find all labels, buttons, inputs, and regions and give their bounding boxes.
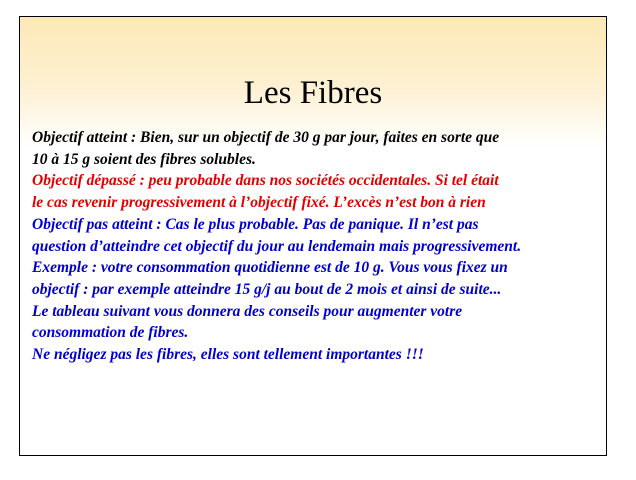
body-line-5: Objectif pas atteint : Cas le plus proba… xyxy=(32,215,479,233)
body-line-11: Ne négligez pas les fibres, elles sont t… xyxy=(32,346,424,364)
body-line-7: Exemple : votre consommation quotidienne… xyxy=(32,259,508,277)
slide-body: Objectif atteint : Bien, sur un objectif… xyxy=(32,127,606,366)
body-line-10: consommation de fibres. xyxy=(32,324,189,342)
body-line-3: Objectif dépassé : peu probable dans nos… xyxy=(32,172,499,190)
body-line-1: Objectif atteint : Bien, sur un objectif… xyxy=(32,129,500,146)
body-line-4: le cas revenir progressivement à l’objec… xyxy=(32,194,486,212)
body-line-9: Le tableau suivant vous donnera des cons… xyxy=(32,302,463,320)
body-line-8: objectif : par exemple atteindre 15 g/j … xyxy=(32,280,502,298)
body-line-2: 10 à 15 g soient des fibres solubles. xyxy=(32,150,256,168)
slide: Les Fibres Objectif atteint : Bien, sur … xyxy=(19,16,607,456)
slide-title: Les Fibres xyxy=(243,75,383,111)
body-line-6: question d’atteindre cet objectif du jou… xyxy=(32,237,522,255)
